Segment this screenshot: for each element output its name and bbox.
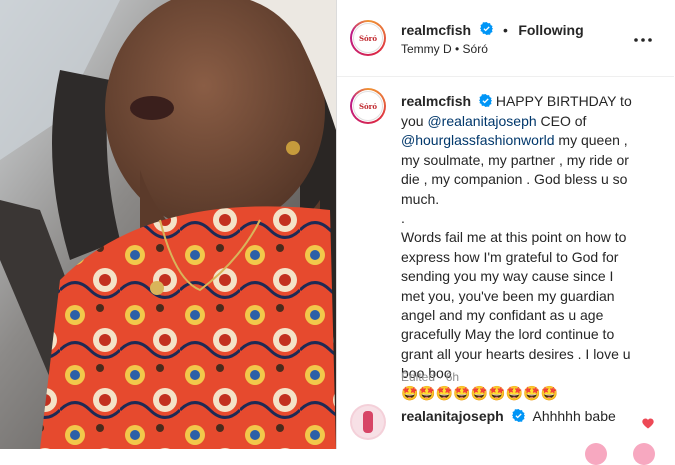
caption-dot-line: . [401,210,405,227]
caption-username[interactable]: realmcfish [401,93,471,109]
soro-logo: Sóró [353,23,383,53]
author-avatar[interactable]: Sóró [350,20,386,56]
caption-text-4: Words fail me at this point on how to ex… [401,229,631,382]
like-comment-heart-icon[interactable] [642,416,654,434]
caption-emojis: 🤩🤩🤩🤩🤩🤩🤩🤩🤩 [401,384,558,401]
caption-author-avatar[interactable]: Sóró [350,88,386,124]
following-button[interactable]: Following [518,22,583,38]
edited-timestamp: Edited · 6h [401,370,460,384]
post-photo [0,0,336,449]
mention-realanitajoseph[interactable]: @realanitajoseph [427,113,536,129]
commenter-username[interactable]: realanitajoseph [401,408,504,424]
more-options-icon[interactable] [634,26,652,49]
post-header: Sóró realmcfish • Following Temmy D • Só… [337,0,674,77]
caption-soro-logo: Sóró [353,91,383,121]
author-username[interactable]: realmcfish [401,22,471,38]
header-title-row: realmcfish • Following [401,22,584,40]
commenter-verified-badge-icon [511,409,525,425]
post-details-panel: Sóró realmcfish • Following Temmy D • Só… [336,0,674,465]
caption-text-2: CEO of [540,113,587,129]
caption-verified-badge-icon [478,93,492,112]
bottom-avatar-1[interactable] [585,443,607,465]
commenter-avatar[interactable] [350,404,386,440]
commenter-avatar-figure [363,411,373,433]
mention-hourglassfashionworld[interactable]: @hourglassfashionworld [401,132,555,148]
comment-text: Ahhhhh babe [532,408,616,424]
comment-item: realanitajoseph Ahhhhh babe [401,408,616,425]
bottom-avatar-2[interactable] [633,443,655,465]
post-media[interactable] [0,0,336,449]
verified-badge-icon [479,22,493,40]
post-location-audio[interactable]: Temmy D • Sóró [401,42,488,56]
header-separator: • [502,22,508,39]
post-caption: realmcfish HAPPY BIRTHDAY to you @realan… [401,92,637,403]
